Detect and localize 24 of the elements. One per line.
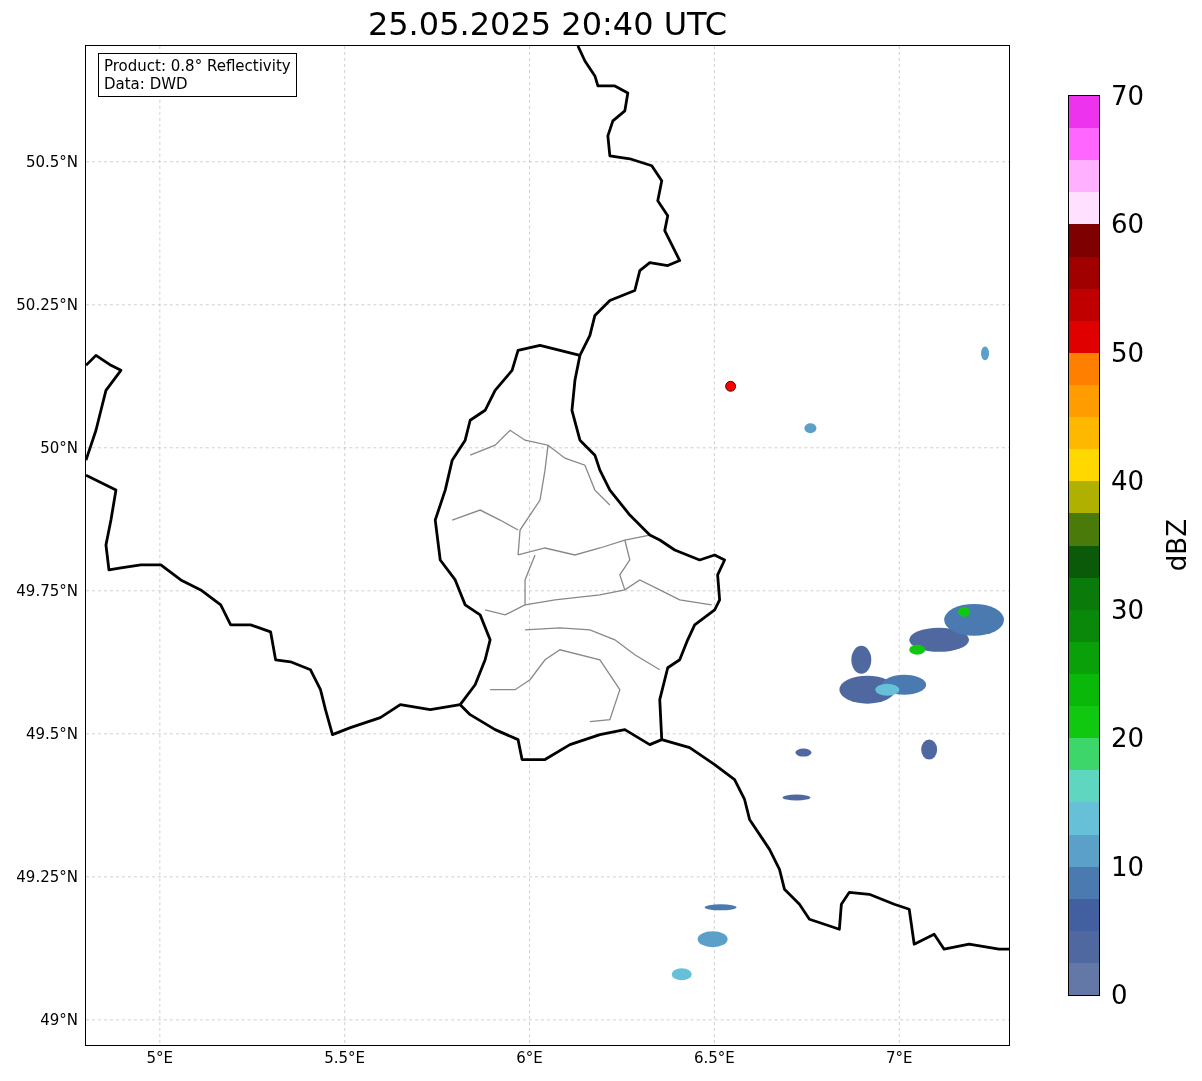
latitude-label: 49.25°N (16, 867, 78, 886)
longitude-label: 5°E (146, 1049, 174, 1067)
scale-label: 50 (1111, 337, 1145, 368)
info-text: Product: 0.8° Reflectivity (104, 57, 291, 75)
scale-label: 70 (1111, 81, 1145, 111)
chart-title: 25.05.2025 20:40 UTC (366, 4, 729, 45)
latitude-label: 49.5°N (25, 724, 78, 743)
latitude-label: 49.75°N (16, 581, 78, 600)
scale-title: dBZ (1162, 519, 1192, 572)
scale-label: 40 (1111, 466, 1145, 497)
latitude-label: 50°N (40, 438, 78, 457)
longitude-label: 7°E (885, 1049, 913, 1067)
longitude-label: 5.5°E (324, 1049, 366, 1067)
latitude-label: 49°N (40, 1010, 78, 1029)
scale-label: 20 (1111, 723, 1145, 754)
scale-label: 0 (1111, 980, 1128, 1010)
info-text: Data: DWD (104, 75, 189, 93)
latitude-label: 50.5°N (25, 152, 78, 171)
latitude-label: 50.25°N (16, 295, 78, 314)
scale-label: 30 (1111, 594, 1145, 625)
longitude-label: 6.5°E (693, 1049, 735, 1067)
scale-label: 60 (1111, 209, 1145, 240)
scale-label: 10 (1111, 851, 1145, 882)
longitude-label: 6°E (516, 1049, 543, 1067)
